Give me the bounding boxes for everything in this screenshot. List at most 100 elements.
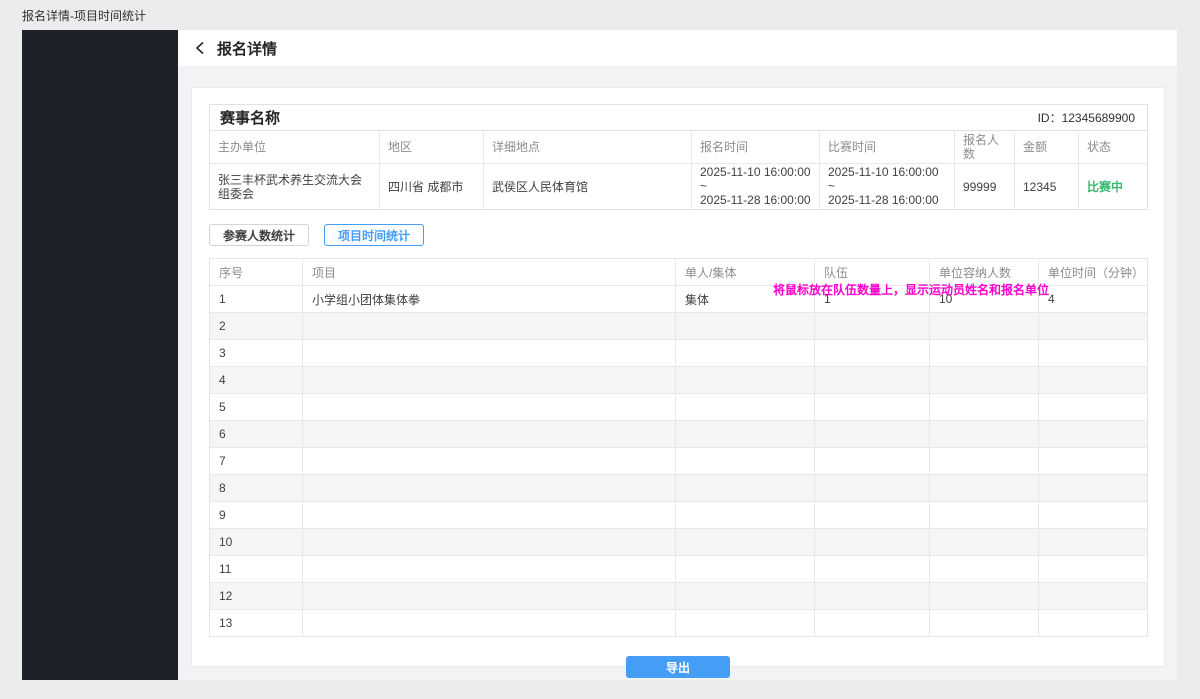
- table-cell: [815, 421, 930, 447]
- table-cell: 6: [210, 421, 303, 447]
- table-cell: 2: [210, 313, 303, 339]
- table-cell: 10: [210, 529, 303, 555]
- event-header-cell: 报名时间: [692, 131, 820, 163]
- table-footer: 导出: [209, 656, 1147, 678]
- table-cell: [815, 340, 930, 366]
- table-cell: [815, 448, 930, 474]
- export-button[interactable]: 导出: [626, 656, 730, 678]
- table-cell: [303, 610, 676, 636]
- table-cell: 12: [210, 583, 303, 609]
- table-cell: 13: [210, 610, 303, 636]
- stats-tabs: 参赛人数统计 项目时间统计: [209, 224, 1147, 246]
- table-cell: [815, 313, 930, 339]
- project-table-body: 1小学组小团体集体拳集体11042345678910111213: [210, 286, 1147, 636]
- table-row: 6: [210, 421, 1147, 448]
- event-header-cell: 金额: [1015, 131, 1079, 163]
- table-row: 11: [210, 556, 1147, 583]
- project-table: 序号项目单人/集体队伍单位容纳人数单位时间（分钟） 1小学组小团体集体拳集体11…: [209, 258, 1148, 637]
- event-title-row: 赛事名称 ID：12345689900: [210, 105, 1147, 131]
- table-row: 10: [210, 529, 1147, 556]
- table-cell: [1039, 313, 1149, 339]
- table-cell: [930, 421, 1039, 447]
- table-cell: [303, 556, 676, 582]
- table-row: 2: [210, 313, 1147, 340]
- table-cell: [815, 502, 930, 528]
- window-title: 报名详情-项目时间统计: [22, 7, 146, 24]
- table-cell: [1039, 502, 1149, 528]
- table-cell: 8: [210, 475, 303, 501]
- table-cell: [303, 313, 676, 339]
- event-status-badge: 比赛中: [1079, 164, 1149, 209]
- table-cell: [676, 610, 815, 636]
- event-header-cell: 比赛时间: [820, 131, 955, 163]
- table-cell: [676, 556, 815, 582]
- table-cell: [1039, 529, 1149, 555]
- table-cell: [303, 394, 676, 420]
- table-row: 4: [210, 367, 1147, 394]
- table-cell: [676, 421, 815, 447]
- back-button[interactable]: [194, 41, 207, 55]
- table-cell: 1: [210, 286, 303, 312]
- event-info-table: 赛事名称 ID：12345689900 主办单位地区详细地点报名时间比赛时间报名…: [209, 104, 1148, 210]
- table-cell: [303, 421, 676, 447]
- table-cell: [815, 475, 930, 501]
- table-cell: 9: [210, 502, 303, 528]
- table-cell: [1039, 421, 1149, 447]
- table-cell: [676, 394, 815, 420]
- tab-project-time-stats[interactable]: 项目时间统计: [324, 224, 424, 246]
- table-cell: [815, 529, 930, 555]
- event-id-value: 12345689900: [1062, 111, 1135, 125]
- table-cell: [303, 529, 676, 555]
- table-cell: 3: [210, 340, 303, 366]
- table-cell: [1039, 448, 1149, 474]
- event-data-cell: 武侯区人民体育馆: [484, 164, 692, 209]
- table-cell: [930, 475, 1039, 501]
- table-cell: 5: [210, 394, 303, 420]
- detail-card: 赛事名称 ID：12345689900 主办单位地区详细地点报名时间比赛时间报名…: [191, 87, 1165, 667]
- chevron-left-icon: [194, 41, 207, 55]
- table-cell: [930, 502, 1039, 528]
- table-cell: [303, 448, 676, 474]
- event-header-cell: 地区: [380, 131, 484, 163]
- event-data-cell: 12345: [1015, 164, 1079, 209]
- table-cell: [1039, 583, 1149, 609]
- event-data-cell: 2025-11-10 16:00:00 ~2025-11-28 16:00:00: [820, 164, 955, 209]
- table-cell: [815, 583, 930, 609]
- table-cell: 11: [210, 556, 303, 582]
- topbar: 报名详情: [178, 30, 1177, 66]
- event-table-header: 主办单位地区详细地点报名时间比赛时间报名人数金额状态: [210, 131, 1147, 164]
- event-section-title: 赛事名称: [220, 107, 280, 128]
- table-cell: [1039, 367, 1149, 393]
- table-cell: [930, 313, 1039, 339]
- table-cell: 4: [210, 367, 303, 393]
- table-cell: 7: [210, 448, 303, 474]
- table-row: 5: [210, 394, 1147, 421]
- sidebar: [22, 30, 178, 680]
- project-header-cell: 单位时间（分钟）: [1039, 259, 1149, 285]
- table-cell: [676, 340, 815, 366]
- event-data-cell: 99999: [955, 164, 1015, 209]
- event-id: ID：12345689900: [1038, 109, 1135, 126]
- table-cell: 小学组小团体集体拳: [303, 286, 676, 312]
- table-row: 13: [210, 610, 1147, 636]
- tab-participant-count-stats[interactable]: 参赛人数统计: [209, 224, 309, 246]
- table-cell: [930, 367, 1039, 393]
- table-row: 7: [210, 448, 1147, 475]
- event-header-cell: 主办单位: [210, 131, 380, 163]
- table-cell: [930, 394, 1039, 420]
- table-cell: [676, 475, 815, 501]
- event-header-cell: 详细地点: [484, 131, 692, 163]
- table-cell: [930, 556, 1039, 582]
- event-table-row: 张三丰杯武术养生交流大会组委会四川省 成都市武侯区人民体育馆2025-11-10…: [210, 164, 1147, 209]
- table-cell: [303, 502, 676, 528]
- table-cell: [303, 367, 676, 393]
- table-cell: [676, 529, 815, 555]
- event-header-cell: 报名人数: [955, 131, 1015, 163]
- table-row: 8: [210, 475, 1147, 502]
- table-cell: [815, 367, 930, 393]
- project-header-cell: 序号: [210, 259, 303, 285]
- table-cell: [303, 583, 676, 609]
- table-cell: [930, 448, 1039, 474]
- content-area: 报名详情 赛事名称 ID：12345689900 主办单位地区详细地点报名时间比…: [178, 30, 1177, 680]
- table-cell: [1039, 556, 1149, 582]
